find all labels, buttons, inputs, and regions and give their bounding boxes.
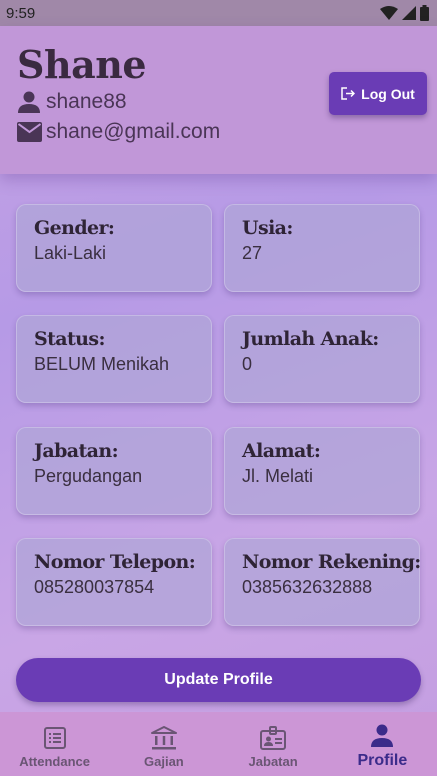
badge-icon [260, 724, 287, 751]
card-nomor-telepon: Nomor Telepon: 085280037854 [16, 538, 212, 626]
card-label: Alamat: [242, 440, 321, 462]
card-usia: Usia: 27 [224, 204, 420, 292]
card-label: Status: [34, 328, 106, 350]
email-row: shane@gmail.com [17, 120, 220, 144]
profile-name: Shane [17, 42, 147, 87]
logout-label: Log Out [361, 85, 415, 102]
person-icon [17, 90, 43, 114]
card-value: 0385632632888 [242, 577, 373, 597]
nav-item-profile[interactable]: Profile [332, 712, 432, 770]
update-profile-button[interactable]: Update Profile [16, 658, 421, 702]
mail-icon [17, 120, 43, 144]
status-icons [380, 5, 429, 21]
battery-icon [420, 5, 429, 21]
nav-label: Profile [357, 752, 408, 769]
card-label: Jumlah Anak: [242, 328, 379, 350]
card-value: Laki-Laki [34, 243, 107, 263]
nav-item-jabatan[interactable]: Jabatan [223, 712, 323, 769]
wifi-icon [380, 6, 398, 20]
bottom-navigation: Attendance Gajian Jabatan Profile [0, 712, 437, 776]
signal-icon [402, 6, 416, 20]
card-value: Pergudangan [34, 466, 143, 486]
logout-button[interactable]: Log Out [329, 72, 427, 115]
person-icon [370, 722, 394, 749]
card-label: Nomor Telepon: [34, 551, 196, 573]
nav-label: Jabatan [248, 754, 298, 769]
logout-icon [341, 87, 356, 100]
profile-header: Shane shane88 shane@gmail.com Log Out [0, 26, 437, 174]
card-nomor-rekening: Nomor Rekening: 0385632632888 [224, 538, 421, 626]
card-jabatan: Jabatan: Pergudangan [16, 427, 212, 515]
card-status: Status: BELUM Menikah [16, 315, 212, 403]
card-value: BELUM Menikah [34, 354, 170, 374]
status-bar: 9:59 [0, 0, 437, 26]
card-label: Nomor Rekening: [242, 551, 421, 573]
card-label: Usia: [242, 217, 293, 239]
card-label: Gender: [34, 217, 115, 239]
card-label: Jabatan: [34, 440, 119, 462]
username-text: shane88 [46, 90, 127, 113]
card-value: 085280037854 [34, 577, 155, 597]
status-time: 9:59 [6, 4, 36, 22]
nav-item-gajian[interactable]: Gajian [114, 712, 214, 769]
card-jumlah-anak: Jumlah Anak: 0 [224, 315, 420, 403]
nav-label: Gajian [144, 754, 184, 769]
nav-label: Attendance [19, 754, 91, 769]
update-profile-label: Update Profile [164, 671, 273, 688]
card-gender: Gender: Laki-Laki [16, 204, 212, 292]
email-text: shane@gmail.com [46, 120, 221, 143]
nav-item-attendance[interactable]: Attendance [5, 712, 105, 769]
card-value: 0 [242, 354, 253, 374]
bank-icon [150, 724, 177, 751]
username-row: shane88 [17, 90, 127, 114]
card-value: Jl. Melati [242, 466, 314, 486]
list-alt-icon [43, 724, 66, 751]
card-value: 27 [242, 243, 263, 263]
card-alamat: Alamat: Jl. Melati [224, 427, 420, 515]
